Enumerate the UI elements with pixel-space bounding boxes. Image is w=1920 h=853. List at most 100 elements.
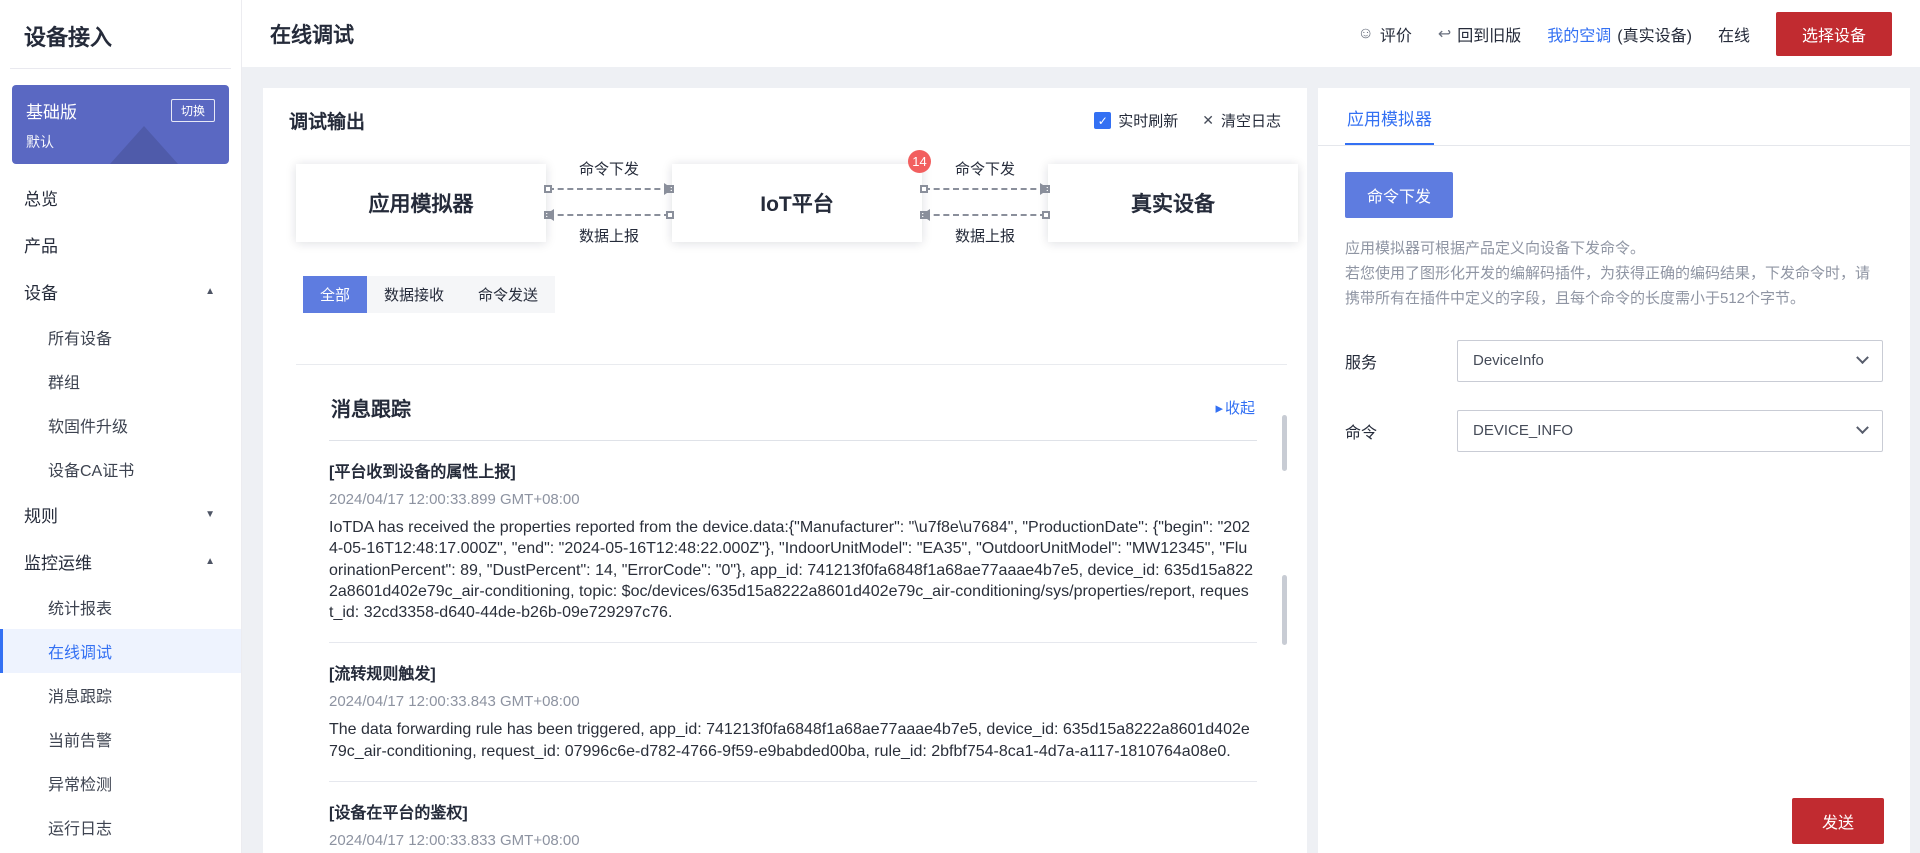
edition-card: 基础版 切换 默认 — [12, 85, 229, 164]
sidebar-item-current-alarms[interactable]: 当前告警 — [0, 717, 241, 761]
message-trace-header: 消息跟踪 ▸ 收起 — [329, 365, 1257, 441]
sidebar-item-online-debug[interactable]: 在线调试 — [0, 629, 241, 673]
log-message: [设备在平台的鉴权] 2024/04/17 12:00:33.833 GMT+0… — [329, 782, 1257, 853]
clear-logs-button[interactable]: ✕ 清空日志 — [1202, 110, 1281, 131]
device-status: 在线 — [1717, 27, 1750, 45]
sidebar-item-message-trace[interactable]: 消息跟踪 — [0, 673, 241, 717]
collapse-caret-icon: ▸ — [1215, 399, 1223, 417]
flow-node-app-simulator: 应用模拟器 — [296, 164, 546, 242]
caret-up-icon: ▲ — [205, 556, 215, 567]
back-to-old-version-link[interactable]: ↩ 回到旧版 — [1438, 22, 1521, 46]
page-title: 在线调试 — [270, 23, 354, 47]
back-arrow-icon: ↩ — [1437, 25, 1452, 43]
flow-connector-left: 命令下发 数据上报 — [544, 161, 674, 245]
debug-flow-diagram: 应用模拟器 命令下发 数据上报 IoT平台 14 命令下发 数据上报 真实设备 — [263, 148, 1307, 252]
sidebar-item-anomaly-detection[interactable]: 异常检测 — [0, 761, 241, 805]
tab-data-received[interactable]: 数据接收 — [367, 276, 462, 313]
dashed-arrow-right-icon — [920, 183, 1050, 195]
simulator-tabbar: 应用模拟器 — [1318, 88, 1910, 146]
debug-output-title: 调试输出 — [289, 112, 366, 133]
log-message-time: 2024/04/17 12:00:33.843 GMT+08:00 — [329, 693, 580, 711]
sidebar-item-firmware-upgrade[interactable]: 软固件升级 — [0, 403, 241, 447]
scrollbar-thumb[interactable] — [1282, 415, 1287, 471]
select-device-button[interactable]: 选择设备 — [1775, 11, 1892, 56]
device-name-link[interactable]: 我的空调 — [1547, 22, 1611, 46]
command-select-value: DEVICE_INFO — [1473, 422, 1574, 440]
caret-down-icon: ▼ — [205, 509, 215, 520]
sidebar-title: 设备接入 — [24, 25, 113, 50]
service-form-row: 服务 DeviceInfo — [1345, 339, 1883, 382]
sidebar-divider — [10, 68, 231, 69]
device-type-label: (真实设备) — [1617, 27, 1692, 45]
service-select-value: DeviceInfo — [1473, 352, 1544, 370]
simulator-description: 应用模拟器可根据产品定义向设备下发命令。 若您使用了图形化开发的编解码插件，为获… — [1345, 240, 1871, 308]
tab-app-simulator[interactable]: 应用模拟器 — [1345, 88, 1434, 145]
service-select[interactable]: DeviceInfo — [1457, 339, 1883, 382]
send-button[interactable]: 发送 — [1791, 798, 1884, 844]
flow-node-iot-platform: IoT平台 — [672, 164, 922, 242]
sidebar-item-run-logs[interactable]: 运行日志 — [0, 805, 241, 849]
page-header: 在线调试 ☺ 评价 ↩ 回到旧版 我的空调 (真实设备) 在线 选择设备 — [242, 0, 1920, 67]
chevron-down-icon — [1856, 421, 1869, 435]
flow-node-real-device: 真实设备 — [1048, 164, 1298, 242]
edition-switch-button[interactable]: 切换 — [170, 99, 215, 122]
debug-output-panel: 调试输出 ✓ 实时刷新 ✕ 清空日志 应用模拟器 命令下发 数据上报 IoT平台… — [263, 88, 1307, 853]
realtime-refresh-checkbox[interactable]: ✓ — [1094, 112, 1112, 129]
data-report-label: 数据上报 — [578, 228, 639, 245]
log-message: [平台收到设备的属性上报] 2024/04/17 12:00:33.899 GM… — [329, 441, 1257, 644]
header-actions: ☺ 评价 ↩ 回到旧版 我的空调 (真实设备) 在线 选择设备 — [1358, 11, 1892, 56]
log-message-body: IoTDA has received the properties report… — [329, 519, 1253, 622]
log-message-body: The data forwarding rule has been trigge… — [329, 721, 1250, 760]
sidebar-item-statistics-report[interactable]: 统计报表 — [0, 585, 241, 629]
debug-header: 调试输出 ✓ 实时刷新 ✕ 清空日志 — [263, 88, 1307, 148]
scrollbar-thumb[interactable] — [1282, 575, 1287, 645]
message-count-badge: 14 — [908, 150, 931, 173]
service-label: 服务 — [1345, 354, 1378, 372]
command-delivery-button[interactable]: 命令下发 — [1345, 172, 1454, 218]
realtime-refresh-label: 实时刷新 — [1118, 113, 1179, 130]
log-message-time: 2024/04/17 12:00:33.833 GMT+08:00 — [329, 831, 580, 849]
close-icon: ✕ — [1202, 112, 1214, 128]
dashed-arrow-right-icon — [544, 183, 674, 195]
message-trace-title: 消息跟踪 — [331, 399, 411, 421]
command-select[interactable]: DEVICE_INFO — [1457, 409, 1883, 452]
dashed-arrow-left-icon — [920, 209, 1050, 221]
command-form-row: 命令 DEVICE_INFO — [1345, 409, 1883, 452]
log-message-title: [流转规则触发] — [329, 666, 436, 684]
flow-connector-right: 14 命令下发 数据上报 — [908, 150, 1050, 245]
sidebar-nav: 总览 产品 设备 ▲ 所有设备 群组 软固件升级 设备CA证书 规则 ▼ 监控运维 ▲… — [0, 174, 241, 853]
tab-command-sent[interactable]: 命令发送 — [461, 276, 556, 313]
sidebar-item-monitoring[interactable]: 监控运维 ▲ — [0, 538, 241, 585]
main-area: 在线调试 ☺ 评价 ↩ 回到旧版 我的空调 (真实设备) 在线 选择设备 调试输… — [242, 0, 1920, 853]
edition-name: 基础版 — [26, 103, 77, 122]
sidebar-item-all-devices[interactable]: 所有设备 — [0, 315, 241, 359]
smiley-icon: ☺ — [1357, 24, 1374, 42]
tab-all[interactable]: 全部 — [303, 276, 368, 313]
data-report-label: 数据上报 — [954, 228, 1015, 245]
sidebar-item-devices[interactable]: 设备 ▲ — [0, 268, 241, 315]
sidebar-item-products[interactable]: 产品 — [0, 221, 241, 268]
sidebar-item-device-ca-cert[interactable]: 设备CA证书 — [0, 447, 241, 491]
content-area: 调试输出 ✓ 实时刷新 ✕ 清空日志 应用模拟器 命令下发 数据上报 IoT平台… — [242, 67, 1920, 853]
log-message-time: 2024/04/17 12:00:33.899 GMT+08:00 — [329, 491, 580, 508]
app-simulator-panel: 应用模拟器 命令下发 应用模拟器可根据产品定义向设备下发命令。 若您使用了图形化… — [1318, 88, 1910, 853]
command-send-label: 命令下发 — [954, 161, 1015, 178]
log-filter-tabs: 全部 数据接收 命令发送 — [303, 276, 1307, 313]
sidebar-item-remote-config[interactable]: 远程配置 — [0, 849, 241, 853]
message-trace-section: 消息跟踪 ▸ 收起 [平台收到设备的属性上报] 2024/04/17 12:00… — [296, 365, 1287, 853]
feedback-link[interactable]: ☺ 评价 — [1358, 22, 1412, 46]
dashed-arrow-left-icon — [544, 209, 674, 221]
edition-instance: 默认 — [26, 134, 54, 150]
log-message-title: [平台收到设备的属性上报] — [329, 464, 516, 481]
current-device: 我的空调 (真实设备) — [1547, 22, 1692, 46]
collapse-link[interactable]: ▸ 收起 — [1215, 397, 1255, 418]
log-message-title: [设备在平台的鉴权] — [329, 804, 468, 822]
log-message: [流转规则触发] 2024/04/17 12:00:33.843 GMT+08:… — [329, 643, 1257, 782]
command-send-label: 命令下发 — [578, 161, 639, 178]
app-root: 设备接入 基础版 切换 默认 总览 产品 设备 ▲ 所有设备 群组 软固件升级 设… — [0, 0, 1920, 853]
simulator-body: 命令下发 应用模拟器可根据产品定义向设备下发命令。 若您使用了图形化开发的编解码… — [1318, 146, 1910, 853]
sidebar-item-groups[interactable]: 群组 — [0, 359, 241, 403]
realtime-refresh-toggle: ✓ 实时刷新 — [1094, 110, 1178, 131]
sidebar-item-overview[interactable]: 总览 — [0, 174, 241, 221]
sidebar-item-rules[interactable]: 规则 ▼ — [0, 491, 241, 538]
